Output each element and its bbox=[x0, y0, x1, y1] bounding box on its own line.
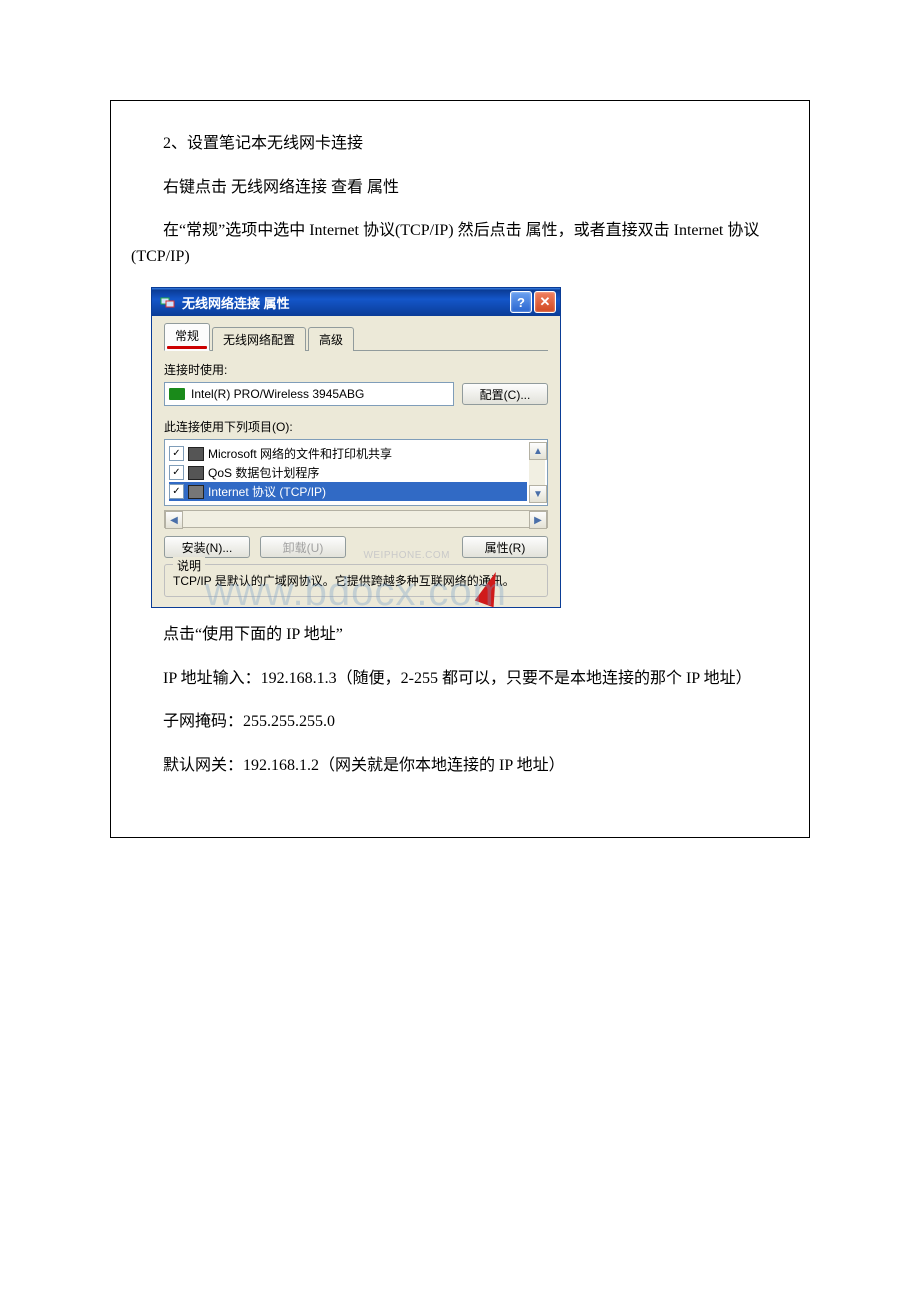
tab-general[interactable]: 常规 bbox=[164, 323, 210, 351]
help-button[interactable]: ? bbox=[510, 291, 532, 313]
adapter-name: Intel(R) PRO/Wireless 3945ABG bbox=[191, 387, 364, 401]
list-item[interactable]: Microsoft 网络的文件和打印机共享 bbox=[169, 444, 527, 463]
scroll-up-icon[interactable]: ▲ bbox=[529, 442, 547, 460]
checkbox-icon[interactable] bbox=[169, 484, 184, 499]
para-subnet: 子网掩码：255.255.255.0 bbox=[131, 709, 789, 735]
service-icon bbox=[188, 466, 204, 480]
dialog-titlebar[interactable]: 无线网络连接 属性 ? ✕ bbox=[152, 288, 560, 316]
para-step-title: 2、设置笔记本无线网卡连接 bbox=[131, 131, 789, 157]
para-gateway: 默认网关：192.168.1.2（网关就是你本地连接的 IP 地址） bbox=[131, 753, 789, 779]
description-legend: 说明 bbox=[173, 557, 205, 574]
para-use-ip: 点击“使用下面的 IP 地址” bbox=[131, 622, 789, 648]
uninstall-button: 卸载(U) bbox=[260, 536, 346, 558]
para-select-tcpip: 在“常规”选项中选中 Internet 协议(TCP/IP) 然后点击 属性，或… bbox=[131, 218, 789, 269]
para-rightclick: 右键点击 无线网络连接 查看 属性 bbox=[131, 175, 789, 201]
dialog-body: 常规 无线网络配置 高级 连接时使用: Intel(R) PRO/Wireles… bbox=[152, 316, 560, 607]
page-frame: 2、设置笔记本无线网卡连接 右键点击 无线网络连接 查看 属性 在“常规”选项中… bbox=[110, 100, 810, 838]
list-item-selected[interactable]: Internet 协议 (TCP/IP) bbox=[169, 482, 527, 501]
close-button[interactable]: ✕ bbox=[534, 291, 556, 313]
items-label: 此连接使用下列项目(O): bbox=[164, 418, 548, 435]
tab-general-label: 常规 bbox=[175, 329, 199, 343]
checkbox-icon[interactable] bbox=[169, 446, 184, 461]
item-label: Microsoft 网络的文件和打印机共享 bbox=[208, 445, 392, 462]
scroll-left-icon[interactable]: ◀ bbox=[165, 511, 183, 529]
connect-using-label: 连接时使用: bbox=[164, 361, 548, 378]
service-icon bbox=[188, 447, 204, 461]
configure-button[interactable]: 配置(C)... bbox=[462, 383, 548, 405]
tab-wireless-config[interactable]: 无线网络配置 bbox=[212, 327, 306, 351]
network-icon bbox=[160, 295, 176, 309]
checkbox-icon[interactable] bbox=[169, 465, 184, 480]
item-label: QoS 数据包计划程序 bbox=[208, 464, 319, 481]
properties-button[interactable]: 属性(R) bbox=[462, 536, 548, 558]
tab-general-underline bbox=[167, 346, 207, 349]
vertical-scrollbar[interactable]: ▲ ▼ bbox=[529, 442, 545, 503]
scroll-right-icon[interactable]: ▶ bbox=[529, 511, 547, 529]
small-watermark: WEIPHONE.COM bbox=[363, 550, 450, 561]
para-ip-input: IP 地址输入：192.168.1.3（随便，2-255 都可以，只要不是本地连… bbox=[131, 666, 789, 692]
connection-items-list[interactable]: Microsoft 网络的文件和打印机共享 QoS 数据包计划程序 Intern… bbox=[164, 439, 548, 506]
protocol-icon bbox=[188, 485, 204, 499]
item-label: Internet 协议 (TCP/IP) bbox=[208, 483, 326, 500]
adapter-field[interactable]: Intel(R) PRO/Wireless 3945ABG bbox=[164, 382, 454, 406]
wireless-properties-dialog: 无线网络连接 属性 ? ✕ 常规 无线网络配置 高级 连接时使用: Intel(… bbox=[151, 287, 561, 608]
tab-advanced[interactable]: 高级 bbox=[308, 327, 354, 351]
list-item[interactable]: QoS 数据包计划程序 bbox=[169, 463, 527, 482]
nic-icon bbox=[169, 388, 185, 400]
horizontal-scrollbar[interactable]: ◀ ▶ bbox=[164, 510, 548, 528]
scroll-down-icon[interactable]: ▼ bbox=[529, 485, 547, 503]
install-button[interactable]: 安装(N)... bbox=[164, 536, 250, 558]
tab-strip: 常规 无线网络配置 高级 bbox=[164, 322, 548, 351]
dialog-title: 无线网络连接 属性 bbox=[182, 293, 508, 312]
